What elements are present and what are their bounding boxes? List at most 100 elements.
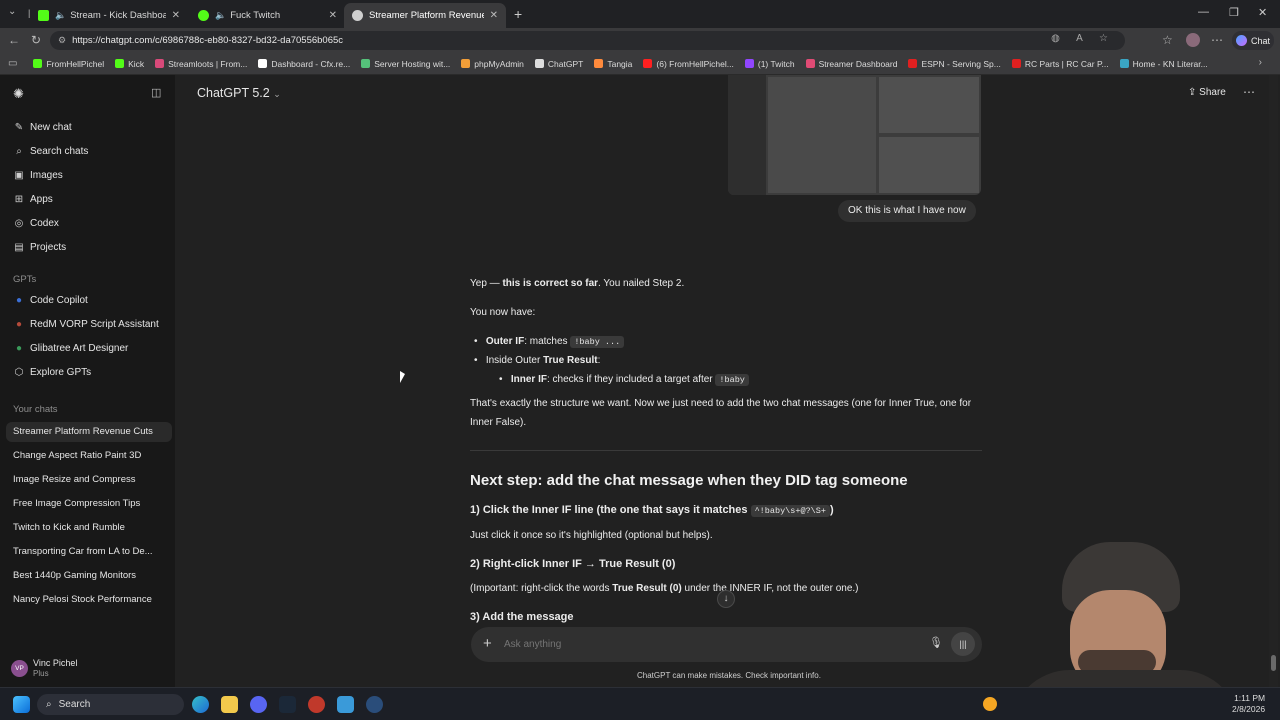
gpt-glibatree[interactable]: ● Glibatree Art Designer	[13, 343, 128, 354]
bookmark-favicon-icon	[33, 59, 43, 68]
sidebar-new-chat[interactable]: ✎ New chat	[13, 122, 72, 133]
address-actions-icons[interactable]: ◍ A ☆	[1051, 33, 1115, 44]
site-info-icon[interactable]: ⚙	[58, 35, 66, 46]
profile-avatar-icon[interactable]	[1186, 33, 1200, 47]
browser-tab-streamer-platform[interactable]: Streamer Platform Revenue Cuts ✕	[344, 3, 506, 28]
bookmark-label: (6) FromHellPichel...	[656, 58, 734, 69]
clock[interactable]: 1:11 PM 2/8/2026	[1232, 693, 1265, 715]
assistant-paragraph: Just click it once so it's highlighted (…	[470, 530, 713, 541]
chat-history-item[interactable]: Streamer Platform Revenue Cuts	[6, 422, 172, 442]
bookmark-favicon-icon	[1011, 59, 1021, 68]
tray-icon[interactable]	[983, 697, 997, 711]
add-attachment-icon[interactable]: +	[483, 635, 492, 652]
chat-history-item[interactable]: Twitch to Kick and Rumble	[13, 522, 125, 533]
image-icon: ▣	[14, 170, 24, 181]
minimize-icon[interactable]: —	[1198, 6, 1209, 18]
explore-gpts[interactable]: ⬡ Explore GPTs	[13, 367, 92, 378]
gpt-label: Glibatree Art Designer	[30, 343, 129, 354]
gpt-code-copilot[interactable]: ● Code Copilot	[13, 295, 88, 306]
file-explorer-icon[interactable]	[221, 696, 238, 713]
user-message-bubble: OK this is what I have now	[838, 200, 976, 222]
bookmark-item[interactable]: Streamloots | From...	[155, 59, 247, 69]
share-button[interactable]: ⇪ Share	[1188, 87, 1226, 98]
bookmark-label: Dashboard - Cfx.re...	[271, 58, 351, 69]
new-tab-icon[interactable]: +	[514, 6, 522, 22]
model-selector[interactable]: ChatGPT 5.2 ⌄	[197, 86, 281, 100]
app-icon[interactable]	[337, 696, 354, 713]
bookmark-label: ESPN - Serving Sp...	[921, 58, 1001, 69]
bookmark-item[interactable]: Tangia	[594, 59, 632, 69]
prompt-input[interactable]	[504, 636, 904, 653]
sidebar-codex[interactable]: ◎ Codex	[13, 218, 59, 229]
bookmark-favicon-icon	[744, 59, 754, 68]
chat-history-item[interactable]: Best 1440p Gaming Monitors	[13, 570, 136, 581]
back-icon[interactable]: ←	[8, 33, 20, 47]
sidebar-projects[interactable]: ▤ Projects	[13, 242, 66, 253]
more-menu-icon[interactable]: ⋯	[1211, 33, 1223, 47]
sidebar-item-label: Codex	[30, 218, 59, 229]
chat-history-item[interactable]: Change Aspect Ratio Paint 3D	[13, 450, 141, 461]
more-options-icon[interactable]: ⋯	[1243, 85, 1255, 99]
sidebar-item-label: New chat	[30, 122, 72, 133]
sidebar-search-chats[interactable]: ⌕ Search chats	[13, 146, 88, 157]
bookmark-item[interactable]: Home - KN Literar...	[1119, 59, 1208, 69]
bookmark-label: Streamloots | From...	[168, 58, 248, 69]
browser-tab-kick-dashboard[interactable]: 🔈 Stream - Kick Dashboard ✕	[30, 3, 188, 28]
close-tab-icon[interactable]: ✕	[490, 10, 498, 21]
voice-mode-icon[interactable]: |||	[951, 632, 975, 656]
copilot-icon	[1236, 35, 1247, 46]
bookmark-item[interactable]: (1) Twitch	[744, 59, 795, 69]
bookmark-item[interactable]: FromHellPichel	[33, 59, 104, 69]
edge-icon[interactable]	[192, 696, 209, 713]
bookmark-item[interactable]: phpMyAdmin	[461, 59, 524, 69]
bookmark-item[interactable]: Server Hosting wit...	[361, 59, 450, 69]
sidebar-toggle-icon[interactable]: ▭	[8, 58, 17, 69]
chat-history-item[interactable]: Nancy Pelosi Stock Performance	[13, 594, 152, 605]
app-icon[interactable]	[366, 696, 383, 713]
copilot-chat-button[interactable]: Chat	[1232, 31, 1274, 50]
attached-image[interactable]	[728, 75, 981, 195]
user-profile[interactable]: VP Vinc Pichel Plus	[11, 656, 171, 680]
more-bookmarks-icon[interactable]: ›	[1259, 57, 1262, 68]
taskbar-search[interactable]: ⌕ Search	[37, 694, 184, 715]
chat-history-item[interactable]: Free Image Compression Tips	[13, 498, 140, 509]
bookmark-item[interactable]: ESPN - Serving Sp...	[908, 58, 1001, 69]
thumbnail-panel	[879, 77, 979, 133]
chat-history-item[interactable]: Transporting Car from LA to De...	[13, 546, 153, 557]
url-field[interactable]: ⚙ https://chatgpt.com/c/6986788c-eb80-83…	[50, 31, 1125, 50]
tab-list-chevron-icon[interactable]: ⌄	[8, 6, 16, 17]
sidebar-apps[interactable]: ⊞ Apps	[13, 194, 53, 205]
close-tab-icon[interactable]: ✕	[172, 10, 180, 21]
chatgpt-logo-icon[interactable]: ✺	[13, 86, 24, 102]
microphone-icon[interactable]: 🎙	[929, 636, 943, 649]
restore-icon[interactable]: ❐	[1229, 6, 1239, 19]
discord-icon[interactable]	[250, 696, 267, 713]
close-tab-icon[interactable]: ✕	[329, 10, 337, 21]
bookmark-favicon-icon	[258, 59, 268, 68]
bookmark-item[interactable]: RC Parts | RC Car P...	[1011, 59, 1109, 69]
your-chats-label: Your chats	[13, 404, 58, 415]
bookmark-item[interactable]: Streamer Dashboard	[805, 59, 897, 69]
sidebar-images[interactable]: ▣ Images	[13, 170, 63, 181]
gpt-label: Explore GPTs	[30, 367, 92, 378]
gpt-redm-vorp[interactable]: ● RedM VORP Script Assistant	[13, 319, 159, 330]
gpt-label: RedM VORP Script Assistant	[30, 319, 159, 330]
app-icon[interactable]	[308, 696, 325, 713]
bookmark-item[interactable]: Kick	[115, 59, 144, 69]
close-window-icon[interactable]: ✕	[1258, 6, 1267, 19]
bookmark-item[interactable]: ChatGPT	[534, 59, 583, 69]
codex-icon: ◎	[14, 218, 24, 229]
close-sidebar-icon[interactable]: ◫	[151, 86, 161, 99]
bookmark-item[interactable]: Dashboard - Cfx.re...	[258, 59, 350, 69]
chat-history-item[interactable]: Image Resize and Compress	[13, 474, 136, 485]
bookmark-item[interactable]: (6) FromHellPichel...	[643, 58, 734, 69]
scrollbar[interactable]	[1269, 75, 1278, 687]
scroll-down-button[interactable]: ↓	[717, 590, 735, 608]
refresh-icon[interactable]: ↻	[31, 33, 41, 47]
browser-tab-fuck-twitch[interactable]: 🔈 Fuck Twitch ✕	[190, 3, 345, 28]
sidebar-item-label: Apps	[30, 194, 53, 205]
favorites-icon[interactable]: ☆	[1162, 33, 1173, 47]
steam-icon[interactable]	[279, 696, 296, 713]
windows-start-icon[interactable]	[13, 696, 30, 713]
scrollbar-thumb[interactable]	[1271, 655, 1276, 671]
